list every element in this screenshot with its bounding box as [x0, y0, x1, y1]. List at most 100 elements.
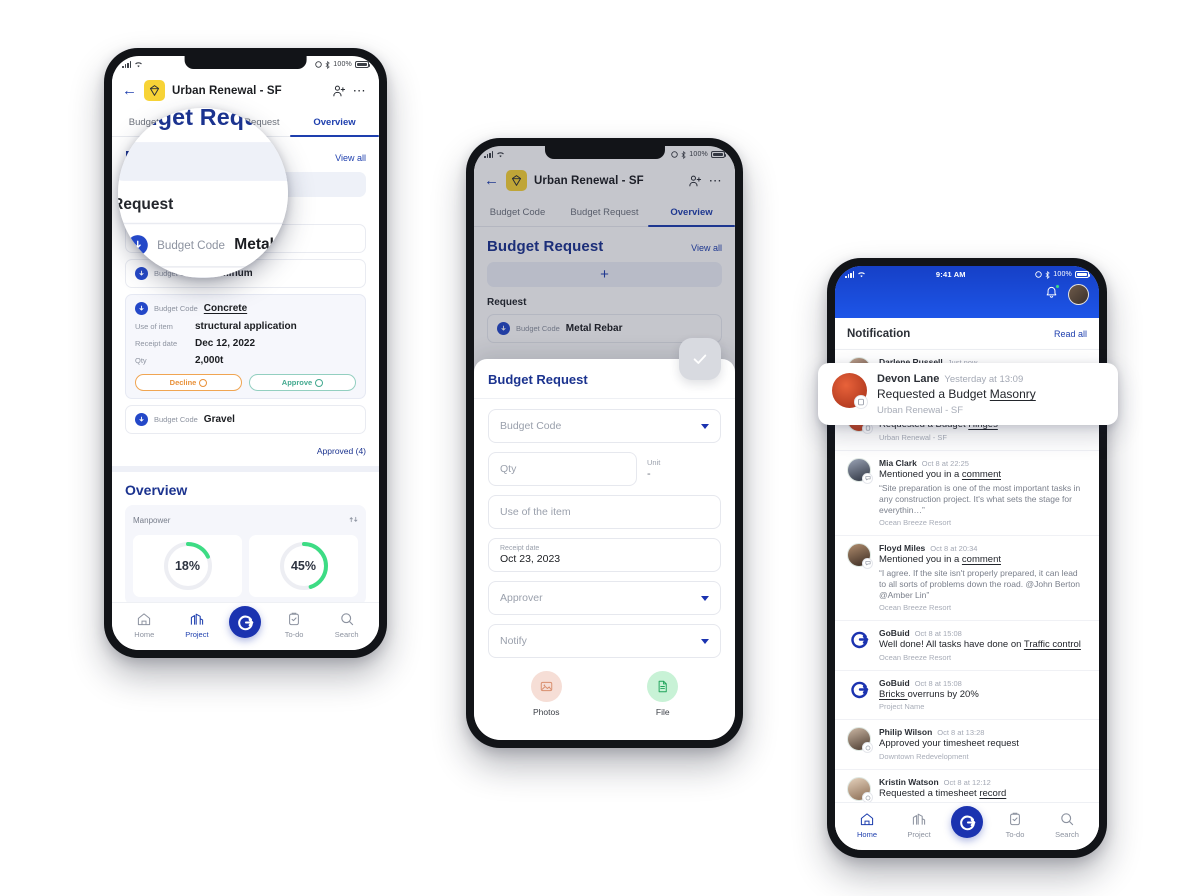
budget-code-select[interactable]: Budget Code [488, 409, 721, 443]
notification-time: Oct 8 at 22:25 [921, 458, 969, 468]
notification-link[interactable]: comment [962, 469, 1001, 480]
list-item[interactable]: Philip Wilson Oct 8 at 13:28 Approved yo… [835, 720, 1099, 771]
gobuild-logo-icon[interactable] [229, 606, 262, 638]
notification-time: Oct 8 at 13:28 [937, 728, 985, 738]
detail-receipt-date: Receipt date Dec 12, 2022 [135, 338, 356, 349]
detail-use-of-item: Use of item structural application [135, 321, 356, 332]
nav-item-todo[interactable]: To-do [995, 811, 1035, 839]
approved-count-link[interactable]: Approved (4) [112, 440, 379, 466]
manpower-label: Manpower [133, 515, 171, 525]
notification-link[interactable]: record [979, 788, 1006, 799]
approve-button[interactable]: Approve [249, 374, 356, 391]
attach-file-button[interactable]: File [647, 671, 679, 717]
detail-value: structural application [195, 321, 297, 332]
notification-link[interactable]: Traffic control [1024, 639, 1081, 650]
nav-item-project[interactable]: Project [177, 611, 217, 639]
use-of-item-input[interactable]: Use of the item [488, 495, 721, 529]
list-item[interactable]: Mia Clark Oct 8 at 22:25 Mentioned you i… [835, 451, 1099, 536]
highlighted-notification-card[interactable]: Devon Lane Yesterday at 13:09 Requested … [818, 363, 1118, 425]
read-all-button[interactable]: Read all [1054, 329, 1087, 339]
nav-item-todo[interactable]: To-do [274, 611, 314, 639]
avatar[interactable] [1068, 284, 1089, 305]
check-icon [693, 354, 707, 364]
nav-item-home[interactable]: Home [124, 611, 164, 639]
notification-project: Urban Renewal - SF [877, 405, 964, 416]
phone2-notch [544, 146, 665, 159]
lens-row-value: Metal Rebar [234, 236, 288, 254]
notify-select[interactable]: Notify [488, 624, 721, 658]
todo-clipboard-icon [289, 612, 299, 626]
add-person-icon[interactable] [332, 84, 346, 98]
notification-quote: “Site preparation is one of the most imp… [879, 482, 1081, 515]
notification-project: Project Name [879, 702, 925, 712]
bell-icon[interactable] [1044, 283, 1060, 305]
notification-message: overruns by 20% [907, 688, 979, 700]
attach-photos-button[interactable]: Photos [530, 671, 562, 717]
decline-button[interactable]: Decline [135, 374, 242, 391]
nav-item-project[interactable]: Project [899, 811, 939, 839]
nav-item-search[interactable]: Search [1047, 811, 1087, 839]
back-arrow-icon[interactable]: ← [122, 83, 137, 98]
nav-label: Search [334, 630, 359, 639]
notification-project: Ocean Breeze Resort [879, 652, 952, 662]
request-row-gravel[interactable]: Budget Code Gravel [125, 405, 366, 434]
approver-placeholder: Approver [500, 592, 543, 604]
approver-select[interactable]: Approver [488, 581, 721, 615]
ring-value: 18% [174, 559, 201, 573]
notification-link[interactable]: Bricks [879, 689, 908, 700]
budget-badge-icon [135, 302, 148, 315]
notification-quote: “I agree. If the site isn't properly pre… [879, 567, 1080, 600]
list-item[interactable]: Floyd Miles Oct 8 at 20:34 Mentioned you… [835, 536, 1099, 621]
nav-item-home[interactable]: Home [847, 811, 887, 839]
notification-bar: Notification Read all [835, 318, 1099, 350]
lens-add-button: + [118, 142, 288, 181]
detail-qty: Qty 2,000t [135, 355, 356, 366]
gobuild-logo-icon[interactable] [951, 806, 983, 838]
ring-value: 45% [290, 559, 317, 573]
more-options-icon[interactable]: ⋯ [353, 84, 367, 97]
manpower-ring-1: 18% [133, 535, 242, 597]
receipt-date-value: Oct 23, 2023 [500, 553, 561, 565]
attach-photos-label: Photos [533, 707, 560, 717]
sort-icon[interactable] [349, 511, 358, 529]
lens-request-row: Budget Code Aluminum [118, 276, 288, 278]
nav-label: To-do [1005, 830, 1025, 839]
nav-item-search[interactable]: Search [327, 611, 367, 639]
bluetooth-icon [325, 60, 330, 69]
notification-link[interactable]: Masonry [990, 387, 1036, 401]
request-row-concrete-expanded[interactable]: Budget Code Concrete Use of item structu… [125, 294, 366, 399]
notification-name: Floyd Miles [879, 542, 926, 553]
chevron-down-icon [701, 595, 709, 601]
progress-ring: 45% [278, 540, 330, 592]
receipt-date-label: Receipt date [500, 545, 540, 552]
qty-input[interactable]: Qty [488, 452, 637, 486]
tab-overview[interactable]: Overview [290, 110, 379, 137]
list-item[interactable]: GoBuid Oct 8 at 15:08 Well done! All tas… [835, 621, 1099, 671]
phone3-screen: 9:41 AM 100% Notification Read all Darle… [835, 266, 1099, 850]
phone1-screen: 9:41 AM 100% ← Urban Renewal - SF [112, 56, 379, 650]
screenshot-stage: 9:41 AM 100% ← Urban Renewal - SF [0, 0, 1200, 896]
notification-time: Oct 8 at 15:08 [914, 628, 962, 638]
phone3-header-actions [1044, 283, 1089, 305]
gobuild-logo-icon [847, 678, 871, 702]
project-icon [190, 613, 204, 625]
battery-icon [354, 61, 371, 68]
nav-label: To-do [284, 630, 304, 639]
notification-link[interactable]: comment [962, 554, 1001, 565]
notification-name: Kristin Watson [879, 777, 939, 788]
phone3-bottom-nav: Home Project To-do Search [835, 802, 1099, 850]
confirm-button[interactable] [679, 338, 721, 380]
chevron-down-icon [701, 638, 709, 644]
list-item[interactable]: GoBuid Oct 8 at 15:08 Bricks overruns by… [835, 671, 1099, 721]
alarm-icon [315, 61, 323, 68]
notification-list: Darlene Russell Just now Invited you to … [835, 350, 1099, 850]
nav-label: Project [185, 630, 209, 639]
phone3-blue-header: 9:41 AM 100% [835, 266, 1099, 318]
comment-icon [862, 557, 873, 569]
view-all-link[interactable]: View all [335, 153, 366, 163]
manpower-card: Manpower 18% 45% [125, 505, 366, 605]
manpower-ring-2: 45% [249, 535, 358, 597]
notification-project: Ocean Breeze Resort [879, 602, 952, 612]
receipt-date-field[interactable]: Receipt date Oct 23, 2023 [488, 538, 721, 572]
search-icon [340, 613, 353, 626]
